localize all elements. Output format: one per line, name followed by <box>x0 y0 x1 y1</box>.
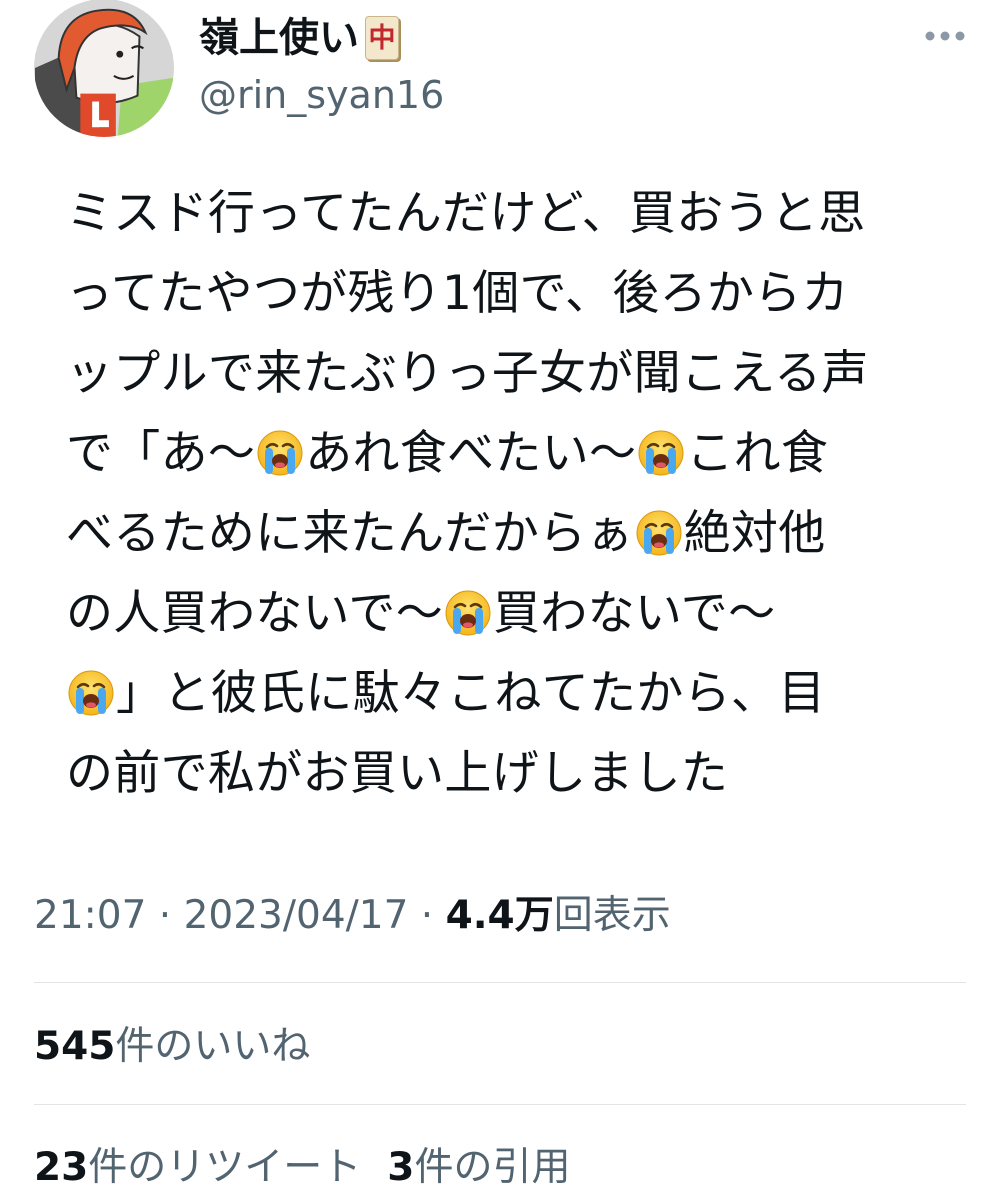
tweet-text-segment: あれ食べたい〜 <box>305 426 637 481</box>
tweet-text-line: の人買わないで〜 買わないで〜 <box>66 574 956 654</box>
likes-label: 件のいいね <box>115 1024 311 1069</box>
retweets-stat[interactable]: 23件のリツイート <box>34 1140 361 1196</box>
more-dots-icon <box>925 31 965 41</box>
tweet-text-line: ミスド行ってたんだけど、買おうと思 <box>66 174 956 254</box>
divider <box>34 1104 966 1105</box>
retweets-count: 23 <box>34 1145 89 1190</box>
views-count: 4.4万 <box>445 893 554 938</box>
quotes-label: 件の引用 <box>414 1145 571 1190</box>
tweet-text-segment: ミスド行ってたんだけど、買おうと思 <box>66 186 866 241</box>
display-name[interactable]: 嶺上使い 中 <box>199 10 399 66</box>
loudly-crying-face-icon <box>67 669 115 717</box>
meta-separator: · <box>408 893 446 938</box>
more-options-button[interactable] <box>920 16 970 56</box>
tweet-text-segment: ってたやつが残り1個で、後ろからカ <box>66 266 849 321</box>
tweet-text-segment: これ食 <box>686 426 829 481</box>
retweets-label: 件のリツイート <box>88 1145 362 1190</box>
tweet-text: ミスド行ってたんだけど、買おうと思 ってたやつが残り1個で、後ろからカ ップルで来た… <box>66 174 956 814</box>
likes-stat[interactable]: 545件のいいね <box>34 1019 310 1075</box>
tweet-time[interactable]: 21:07 <box>34 893 146 938</box>
loudly-crying-face-icon <box>256 429 304 477</box>
loudly-crying-face-icon <box>444 589 492 637</box>
tweet-text-segment: の前で私がお買い上げしました <box>66 746 729 801</box>
likes-row: 545件のいいね <box>34 1019 310 1075</box>
tweet-text-line: ってたやつが残り1個で、後ろからカ <box>66 254 956 334</box>
avatar[interactable] <box>34 0 174 137</box>
tweet-text-segment: 買わないで〜 <box>493 586 776 641</box>
views-label: 回表示 <box>553 893 671 938</box>
tweet-text-segment: で「あ〜 <box>66 426 256 481</box>
cartoon-avatar-icon <box>35 0 173 137</box>
loudly-crying-face-icon <box>635 509 683 557</box>
meta-separator: · <box>146 893 184 938</box>
likes-count: 545 <box>34 1024 116 1069</box>
tweet-text-line: で「あ〜 あれ食べたい〜 これ食 <box>66 414 956 494</box>
tweet-text-segment: べるために来たんだからぁ <box>66 506 634 561</box>
loudly-crying-face-icon <box>637 429 685 477</box>
divider <box>34 982 966 983</box>
tweet-text-segment: の人買わないで〜 <box>66 586 443 641</box>
tweet-text-line: べるために来たんだからぁ 絶対他 <box>66 494 956 574</box>
tweet-text-segment: 絶対他 <box>683 506 826 561</box>
tweet-text-segment: ップルで来たぶりっ子女が聞こえる声 <box>66 346 869 401</box>
tweet-text-segment: 」と彼氏に駄々こねてたから、目 <box>116 666 826 721</box>
display-name-text: 嶺上使い <box>199 15 359 61</box>
tweet-text-line: 」と彼氏に駄々こねてたから、目 <box>66 654 956 734</box>
tweet-text-line: の前で私がお買い上げしました <box>66 734 956 814</box>
tweet-date[interactable]: 2023/04/17 <box>184 893 409 938</box>
tweet-text-line: ップルで来たぶりっ子女が聞こえる声 <box>66 334 956 414</box>
quotes-stat[interactable]: 3件の引用 <box>387 1140 570 1196</box>
tweet-meta: 21:07 · 2023/04/17 · 4.4万回表示 <box>34 888 671 944</box>
retweets-row: 23件のリツイート 3件の引用 <box>34 1140 570 1196</box>
user-handle[interactable]: @rin_syan16 <box>199 70 444 120</box>
mahjong-tile-icon: 中 <box>365 16 399 60</box>
quotes-count: 3 <box>387 1145 415 1190</box>
